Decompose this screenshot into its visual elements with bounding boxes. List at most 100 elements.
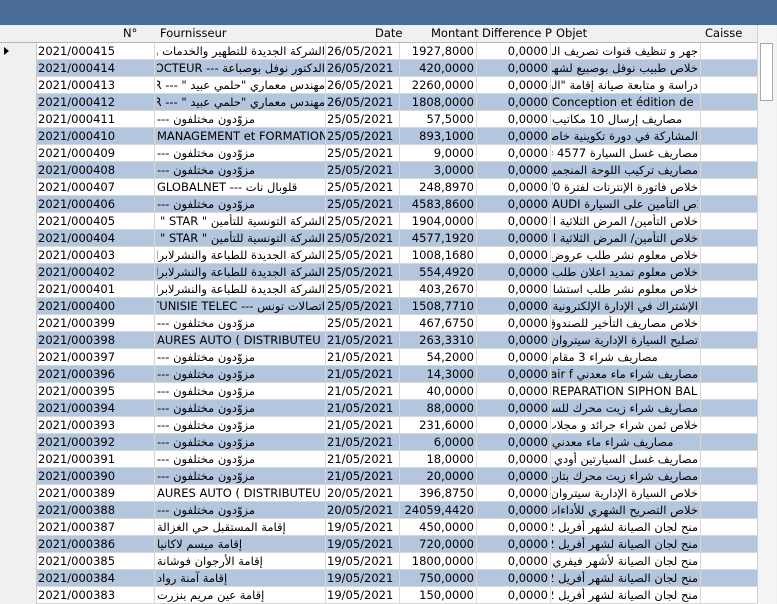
table-row[interactable]: 2021/000402 الشركة الجديدة للطباعة والنشر… [0, 264, 757, 281]
table-row[interactable]: 2021/000401 الشركة الجديدة للطباعة والنشر… [0, 281, 757, 298]
grid-rows: 2021/000415 الشركة الجديدة للتطهير والخدم… [0, 43, 757, 604]
cell-fournisseur: مزوّدون مختلفون --- [157, 350, 256, 364]
table-row[interactable]: 2021/000389 AURES AUTO ( DISTRIBUTEU 20/05… [0, 485, 757, 502]
cell-objet: تصليح السيارة الإدارية سيتروان 02 [552, 333, 698, 347]
cell-num: 2021/000389 [38, 486, 116, 500]
cell-objet: مصاريف غسل السيارتين أودي و 3 [552, 452, 698, 466]
cell-objet: منح لجان الصيانة لشهر أفريل 202 [552, 588, 698, 602]
column-header-objet[interactable]: Objet [556, 26, 587, 40]
table-row[interactable]: 2021/000390 مزوّدون مختلفون --- 21/05/2021… [0, 468, 757, 485]
cell-difference: 0,0000 [507, 282, 548, 296]
cell-montant: 396,8750 [419, 486, 474, 500]
cell-num: 2021/000406 [38, 197, 116, 211]
table-row[interactable]: 2021/000399 مزوّدون مختلفون --- 25/05/2021… [0, 315, 757, 332]
cell-num: 2021/000390 [38, 469, 116, 483]
cell-objet: مصاريف شراء زيت محرك للسيارة [552, 401, 698, 415]
cell-difference: 0,0000 [507, 418, 548, 432]
cell-objet: خلاص التصريح الشهري للأداءات ل [552, 503, 698, 517]
cell-date: 21/05/2021 [327, 401, 394, 415]
column-header-date[interactable]: Date [375, 26, 403, 40]
table-row[interactable]: 2021/000408 مزوّدون مختلفون --- 25/05/2021… [0, 162, 757, 179]
cell-date: 21/05/2021 [327, 384, 394, 398]
table-row[interactable]: 2021/000385 إقامة الأرجوان فوشانة 19/05/20… [0, 553, 757, 570]
table-row[interactable]: 2021/000392 مزوّدون مختلفون --- 21/05/2021… [0, 434, 757, 451]
cell-date: 25/05/2021 [327, 231, 394, 245]
cell-difference: 0,0000 [507, 571, 548, 585]
cell-num: 2021/000413 [38, 78, 116, 92]
column-divider [325, 43, 326, 604]
cell-fournisseur: مزوّدون مختلفون --- [157, 197, 256, 211]
cell-num: 2021/000414 [38, 61, 116, 75]
table-row[interactable]: 2021/000403 الشركة الجديدة للطباعة والنشر… [0, 247, 757, 264]
column-header-fournisseur[interactable]: Fournisseur [160, 26, 227, 40]
cell-fournisseur: AURES AUTO ( DISTRIBUTEU [157, 486, 321, 500]
cell-date: 26/05/2021 [327, 78, 394, 92]
cell-montant: 4583,8600 [411, 197, 474, 211]
table-row[interactable]: 2021/000405 الشركة التونسية للتأمين " STA… [0, 213, 757, 230]
table-row[interactable]: 2021/000400 اتصالات تونس --- TUNISIE TELE… [0, 298, 757, 315]
cell-fournisseur: مزوّدون مختلفون --- [157, 401, 256, 415]
cell-num: 2021/000415 [38, 44, 116, 58]
cell-montant: 24059,4420 [404, 503, 474, 517]
cell-montant: 14,3000 [426, 367, 474, 381]
cell-fournisseur: إقامة آمنة رواد [157, 571, 228, 585]
cell-fournisseur: الشركة الجديدة للطباعة والنشرلابراس -- [157, 265, 325, 279]
table-row[interactable]: 2021/000411 مزوّدون مختلفون --- 25/05/2021… [0, 111, 757, 128]
cell-date: 19/05/2021 [327, 554, 394, 568]
cell-date: 25/05/2021 [327, 163, 394, 177]
cell-difference: 0,0000 [507, 588, 548, 602]
data-grid[interactable]: N° Fournisseur Date Montant Difference P… [0, 25, 777, 604]
table-row[interactable]: 2021/000406 مزوّدون مختلفون --- 25/05/2021… [0, 196, 757, 213]
cell-objet: خلاص معلوم نشر طلب عروض 0 [552, 248, 698, 262]
table-row[interactable]: 2021/000398 AURES AUTO ( DISTRIBUTEU 21/05… [0, 332, 757, 349]
table-row[interactable]: 2021/000412 مهندس معماري "حلمي عبيد " ---… [0, 94, 757, 111]
table-row[interactable]: 2021/000413 مهندس معماري "حلمي عبيد " ---… [0, 77, 757, 94]
cell-fournisseur: الشركة الجديدة للطباعة والنشرلابراس -- [157, 248, 325, 262]
table-row[interactable]: 2021/000404 الشركة التونسية للتأمين " STA… [0, 230, 757, 247]
column-header-num[interactable]: N° [123, 26, 137, 40]
cell-fournisseur: الشركة الجديدة للطباعة والنشرلابراس -- [157, 282, 325, 296]
column-header-caisse[interactable]: Caisse [705, 26, 742, 40]
cell-difference: 0,0000 [507, 486, 548, 500]
cell-difference: 0,0000 [507, 197, 548, 211]
cell-montant: 231,6000 [419, 418, 474, 432]
table-row[interactable]: 2021/000383 إقامة عين مريم بنزرت 19/05/202… [0, 587, 757, 604]
column-header-difference[interactable]: Difference P [482, 26, 552, 40]
table-row[interactable]: 2021/000415 الشركة الجديدة للتطهير والخدم… [0, 43, 757, 60]
table-row[interactable]: 2021/000395 مزوّدون مختلفون --- 21/05/2021… [0, 383, 757, 400]
cell-objet: مصاريف شراء ماء معدني air f [552, 367, 698, 381]
column-divider [700, 43, 701, 604]
table-row[interactable]: 2021/000393 مزوّدون مختلفون --- 21/05/2021… [0, 417, 757, 434]
table-row[interactable]: 2021/000414 الدكتور نوفل بوصباعة --- DOCT… [0, 60, 757, 77]
table-row[interactable]: 2021/000387 إقامة المستقبل حي الغزالة 19/0… [0, 519, 757, 536]
cell-objet: المشاركة في دورة تكوينية خاصة بتقد [552, 129, 698, 143]
scrollbar-thumb[interactable] [760, 43, 773, 101]
cell-num: 2021/000403 [38, 248, 116, 262]
cell-objet: خلاص معلوم نشر طلب استشارة عد [552, 282, 698, 296]
table-row[interactable]: 2021/000386 إقامة ميسم لاكانيا 19/05/2021 7… [0, 536, 757, 553]
cell-montant: 6,0000 [433, 435, 474, 449]
cell-objet: مصاريف شراء زيت محرك بتاريخ [552, 469, 698, 483]
table-row[interactable]: 2021/000384 إقامة آمنة رواد 19/05/2021 750,… [0, 570, 757, 587]
table-row[interactable]: 2021/000396 مزوّدون مختلفون --- 21/05/2021… [0, 366, 757, 383]
table-row[interactable]: 2021/000407 قلوبال نات --- GLOBALNET 25/05… [0, 179, 757, 196]
cell-difference: 0,0000 [507, 214, 548, 228]
cell-montant: 2260,0000 [411, 78, 474, 92]
table-row[interactable]: 2021/000391 مزوّدون مختلفون --- 21/05/2021… [0, 451, 757, 468]
table-row[interactable]: 2021/000388 مزوّدون مختلفون --- 20/05/2021… [0, 502, 757, 519]
table-row[interactable]: 2021/000397 مزوّدون مختلفون --- 21/05/2021… [0, 349, 757, 366]
column-divider [154, 43, 155, 604]
column-header-montant[interactable]: Montant [431, 26, 479, 40]
cell-num: 2021/000402 [38, 265, 116, 279]
vertical-scrollbar[interactable] [757, 25, 776, 604]
cell-objet: خلاص مصاريف التأخير للصندوق ا [552, 316, 698, 330]
cell-fournisseur: إقامة المستقبل حي الغزالة [157, 520, 286, 534]
table-row[interactable]: 2021/000394 مزوّدون مختلفون --- 21/05/2021… [0, 400, 757, 417]
cell-difference: 0,0000 [507, 452, 548, 466]
table-row[interactable]: 2021/000409 مزوّدون مختلفون --- 25/05/2021… [0, 145, 757, 162]
cell-num: 2021/000398 [38, 333, 116, 347]
cell-difference: 0,0000 [507, 401, 548, 415]
table-row[interactable]: 2021/000410 MANAGEMENT et FORMATION 25/05/… [0, 128, 757, 145]
cell-fournisseur: الدكتور نوفل بوصباعة --- DOCTEUR [157, 61, 325, 75]
cell-num: 2021/000396 [38, 367, 116, 381]
